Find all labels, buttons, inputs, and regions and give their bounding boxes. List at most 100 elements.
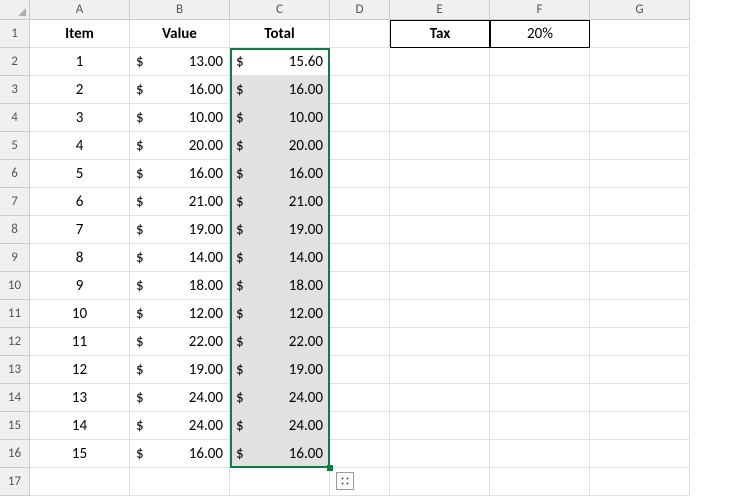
cell[interactable]: 14 [30, 412, 130, 440]
cell[interactable]: $19.00 [130, 216, 230, 244]
row-header[interactable]: 9 [0, 244, 30, 272]
cell[interactable]: $18.00 [230, 272, 330, 300]
col-header-D[interactable]: D [330, 0, 390, 20]
cell[interactable]: $19.00 [230, 216, 330, 244]
cell[interactable] [590, 48, 690, 76]
row-header[interactable]: 5 [0, 132, 30, 160]
cell[interactable]: $24.00 [230, 384, 330, 412]
cell[interactable] [390, 300, 490, 328]
row-header[interactable]: 7 [0, 188, 30, 216]
cell[interactable]: $12.00 [130, 300, 230, 328]
cell[interactable] [330, 20, 390, 48]
cell[interactable] [330, 216, 390, 244]
cell[interactable] [390, 272, 490, 300]
cell[interactable] [490, 384, 590, 412]
cell[interactable] [390, 412, 490, 440]
cell[interactable] [330, 300, 390, 328]
cell[interactable] [390, 104, 490, 132]
cell[interactable]: $24.00 [130, 412, 230, 440]
cell[interactable]: $18.00 [130, 272, 230, 300]
cell[interactable]: $16.00 [130, 160, 230, 188]
cell[interactable] [490, 216, 590, 244]
cell[interactable]: Item [30, 20, 130, 48]
col-header-G[interactable]: G [590, 0, 690, 20]
cell[interactable] [390, 188, 490, 216]
cell[interactable] [390, 76, 490, 104]
cell[interactable]: $16.00 [130, 76, 230, 104]
cell[interactable] [590, 384, 690, 412]
cell[interactable] [390, 132, 490, 160]
cell[interactable] [590, 356, 690, 384]
row-header[interactable]: 11 [0, 300, 30, 328]
col-header-B[interactable]: B [130, 0, 230, 20]
cell[interactable]: $14.00 [230, 244, 330, 272]
cell[interactable]: $24.00 [230, 412, 330, 440]
cell[interactable]: $20.00 [130, 132, 230, 160]
row-header[interactable]: 15 [0, 412, 30, 440]
cell[interactable] [490, 160, 590, 188]
cell[interactable] [330, 244, 390, 272]
cell[interactable]: $13.00 [130, 48, 230, 76]
cell[interactable] [490, 132, 590, 160]
cell[interactable] [390, 356, 490, 384]
cell[interactable]: $19.00 [130, 356, 230, 384]
cell[interactable] [130, 468, 230, 496]
cell[interactable] [230, 468, 330, 496]
cell[interactable]: 15 [30, 440, 130, 468]
cell[interactable]: $10.00 [230, 104, 330, 132]
cell[interactable]: 13 [30, 384, 130, 412]
cell[interactable]: $16.00 [230, 160, 330, 188]
cell[interactable] [490, 468, 590, 496]
cell[interactable] [390, 160, 490, 188]
cell[interactable]: 9 [30, 272, 130, 300]
cell[interactable] [490, 300, 590, 328]
cell[interactable]: 8 [30, 244, 130, 272]
cell[interactable]: $10.00 [130, 104, 230, 132]
col-header-C[interactable]: C [230, 0, 330, 20]
spreadsheet-grid[interactable]: A B C D E F G 1ItemValueTotalTax20%21$13… [0, 0, 750, 496]
cell[interactable]: $16.00 [230, 76, 330, 104]
cell[interactable]: 6 [30, 188, 130, 216]
cell[interactable]: Value [130, 20, 230, 48]
cell[interactable] [590, 244, 690, 272]
cell[interactable] [390, 244, 490, 272]
row-header[interactable]: 8 [0, 216, 30, 244]
cell[interactable] [490, 412, 590, 440]
cell[interactable] [330, 48, 390, 76]
cell[interactable] [490, 328, 590, 356]
cell[interactable]: 3 [30, 104, 130, 132]
cell[interactable] [330, 188, 390, 216]
cell[interactable]: $12.00 [230, 300, 330, 328]
cell[interactable]: 2 [30, 76, 130, 104]
col-header-A[interactable]: A [30, 0, 130, 20]
cell[interactable]: $22.00 [230, 328, 330, 356]
cell[interactable] [590, 188, 690, 216]
cell[interactable]: 12 [30, 356, 130, 384]
cell[interactable] [590, 440, 690, 468]
cell[interactable] [330, 104, 390, 132]
cell[interactable] [330, 440, 390, 468]
cell[interactable] [490, 440, 590, 468]
cell[interactable]: $24.00 [130, 384, 230, 412]
row-header[interactable]: 10 [0, 272, 30, 300]
cell[interactable] [330, 272, 390, 300]
row-header[interactable]: 1 [0, 20, 30, 48]
cell[interactable]: 11 [30, 328, 130, 356]
row-header[interactable]: 14 [0, 384, 30, 412]
row-header[interactable]: 12 [0, 328, 30, 356]
cell[interactable] [490, 76, 590, 104]
cell[interactable] [330, 328, 390, 356]
row-header[interactable]: 3 [0, 76, 30, 104]
cell[interactable] [390, 216, 490, 244]
cell[interactable]: 20% [490, 20, 590, 48]
cell[interactable]: Tax [390, 20, 490, 48]
col-header-F[interactable]: F [490, 0, 590, 20]
row-header[interactable]: 17 [0, 468, 30, 496]
cell[interactable] [330, 384, 390, 412]
cell[interactable] [390, 328, 490, 356]
col-header-E[interactable]: E [390, 0, 490, 20]
cell[interactable] [390, 48, 490, 76]
row-header[interactable]: 4 [0, 104, 30, 132]
cell[interactable]: 5 [30, 160, 130, 188]
cell[interactable] [330, 160, 390, 188]
